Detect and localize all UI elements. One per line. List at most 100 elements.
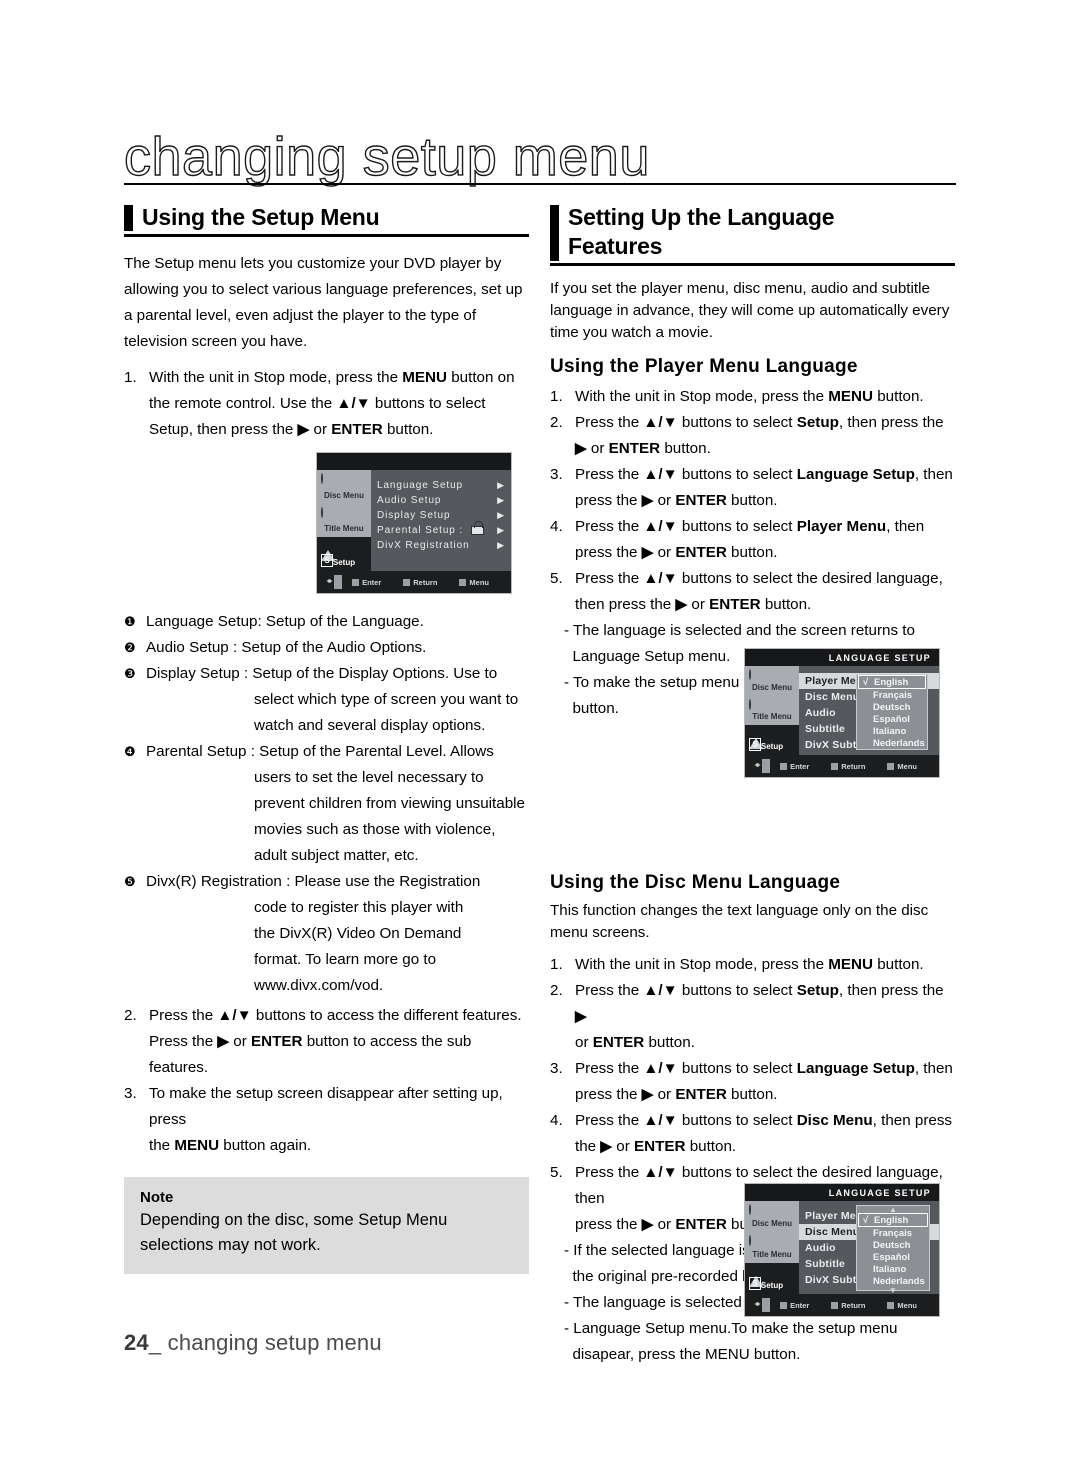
osd-tab-disc-menu[interactable]: Disc Menu bbox=[745, 1201, 799, 1232]
bullet-marker-2: ❷ bbox=[124, 640, 136, 655]
osd-footer: ◄ ► Enter Return Menu bbox=[745, 1294, 939, 1316]
check-icon: √ bbox=[863, 676, 869, 688]
definition-row-audio-setup: ❷ Audio Setup : Setup of the Audio Optio… bbox=[124, 635, 529, 661]
language-option-italiano[interactable]: Italiano bbox=[857, 1263, 929, 1275]
scroll-up-icon[interactable]: ▲ bbox=[857, 1206, 929, 1214]
player-menu-step-4: 3. Press the ▲/▼ buttons to select Langua… bbox=[550, 462, 955, 488]
language-label: Español bbox=[873, 1251, 910, 1263]
osd-tab-setup[interactable]: S Setup bbox=[745, 725, 799, 755]
step-text: Press the bbox=[575, 518, 644, 535]
osd-menu-item-label: Display Setup bbox=[377, 510, 451, 521]
osd-menu-item-label: Subtitle bbox=[805, 1258, 846, 1270]
step-text: , then bbox=[886, 518, 925, 535]
osd-menu-item-display-setup[interactable]: ▶ Display Setup bbox=[371, 508, 511, 523]
osd-footer-menu: Menu bbox=[887, 1301, 917, 1310]
right-arrow-icon: ▶ bbox=[217, 1033, 230, 1050]
definition-row-divx-registration: ❺ Divx(R) Registration : Please use the … bbox=[124, 869, 529, 895]
step-keyword: Setup bbox=[796, 982, 839, 999]
osd-tab-setup[interactable]: S Setup bbox=[745, 1262, 799, 1294]
step-text: To make the setup screen disappear after… bbox=[149, 1085, 503, 1128]
language-label: Nederlands bbox=[873, 1275, 925, 1287]
osd-menu-item-label: Audio bbox=[805, 1242, 836, 1254]
osd-menu-item-language-setup[interactable]: ▶ Language Setup bbox=[371, 478, 511, 493]
chevron-right-icon: ▶ bbox=[497, 525, 505, 535]
step-keyword: ENTER bbox=[675, 1086, 727, 1103]
language-label: Nederlands bbox=[873, 737, 925, 749]
step-text: then press the bbox=[575, 596, 676, 613]
language-option-italiano[interactable]: Italiano bbox=[857, 725, 927, 737]
step-text: Press the bbox=[575, 1060, 644, 1077]
menu-button-keyword: MENU bbox=[402, 369, 447, 386]
chevron-right-icon: ▶ bbox=[497, 495, 505, 505]
osd-tab-title-menu[interactable]: Title Menu bbox=[317, 503, 371, 538]
language-option-nederlands[interactable]: Nederlands bbox=[857, 737, 927, 749]
osd-sidebar: Disc Menu Title Menu S Setup bbox=[745, 666, 799, 755]
language-option-francais[interactable]: Français bbox=[857, 1227, 929, 1239]
left-column: Using the Setup Menu The Setup menu lets… bbox=[124, 203, 529, 1274]
step-keyword: ENTER bbox=[709, 596, 761, 613]
osd-footer-label: Menu bbox=[897, 761, 917, 771]
step-number: 4. bbox=[550, 518, 563, 535]
step-text: buttons to select bbox=[677, 466, 797, 483]
definition-cont: watch and several display options. bbox=[254, 717, 486, 734]
language-dropdown[interactable]: √ English Français Deutsch Español Italia… bbox=[856, 674, 928, 750]
osd-body: Disc Menu Title Menu S Setup Player Menu… bbox=[745, 666, 939, 755]
definition-cont: prevent children from viewing unsuitable bbox=[254, 795, 525, 812]
heading-text-line1: Setting Up the Language bbox=[568, 204, 835, 230]
osd-menu-item-divx-registration[interactable]: ▶ DivX Registration bbox=[371, 538, 511, 553]
step-keyword: ▲/▼ bbox=[643, 414, 678, 431]
language-option-deutsch[interactable]: Deutsch bbox=[857, 1239, 929, 1251]
step-number: 3. bbox=[550, 466, 563, 483]
language-option-english[interactable]: √ English bbox=[858, 675, 926, 689]
disc-menu-step-7: the ▶ or ENTER button. bbox=[550, 1134, 955, 1160]
osd-menu-item-label: Audio Setup bbox=[377, 495, 442, 506]
language-option-francais[interactable]: Français bbox=[857, 689, 927, 701]
osd-tab-title-menu[interactable]: Title Menu bbox=[745, 1231, 799, 1263]
step-number: 2. bbox=[124, 1007, 137, 1024]
note-box: Note Depending on the disc, some Setup M… bbox=[124, 1177, 529, 1274]
step-keyword: MENU bbox=[828, 388, 873, 405]
step-item-3: 3. To make the setup screen disappear af… bbox=[124, 1081, 529, 1159]
footer-text: changing setup menu bbox=[167, 1330, 382, 1355]
osd-tab-title-menu[interactable]: Title Menu bbox=[745, 695, 799, 726]
chevron-right-icon: ▶ bbox=[497, 510, 505, 520]
step-keyword: ▶ bbox=[600, 1138, 613, 1155]
language-option-espanol[interactable]: Español bbox=[857, 1251, 929, 1263]
osd-tab-disc-menu[interactable]: Disc Menu bbox=[317, 470, 371, 504]
language-option-english[interactable]: √ English bbox=[858, 1213, 928, 1227]
osd-screenshot-language-setup-disc-menu: LANGUAGE SETUP Disc Menu Title Menu S Se… bbox=[744, 1183, 940, 1317]
osd-footer: ◄ ► Enter Return Menu bbox=[745, 755, 939, 777]
step-text: Press the bbox=[575, 982, 644, 999]
osd-footer-menu: Menu bbox=[887, 762, 917, 771]
step-keyword: ▶ bbox=[575, 1008, 587, 1025]
menu-button-keyword: MENU bbox=[174, 1137, 220, 1154]
language-dropdown[interactable]: ▲ √ English Français Deutsch Español Ital… bbox=[856, 1205, 930, 1295]
section-rule bbox=[124, 234, 529, 237]
osd-tab-disc-menu[interactable]: Disc Menu bbox=[745, 666, 799, 696]
step-text-cont: or bbox=[229, 1033, 252, 1050]
language-label: Español bbox=[873, 713, 910, 725]
player-menu-step-1: 1. With the unit in Stop mode, press the … bbox=[550, 384, 955, 410]
osd-menu-list: ▶ Language Setup ▶ Audio Setup ▶ Display… bbox=[371, 470, 511, 571]
step-text-cont: buttons to access the different features… bbox=[251, 1007, 522, 1024]
language-option-deutsch[interactable]: Deutsch bbox=[857, 701, 927, 713]
step-keyword: ▲/▼ bbox=[643, 1164, 678, 1181]
osd-tab-setup[interactable]: S Setup bbox=[317, 537, 371, 571]
osd-footer-label: Enter bbox=[362, 577, 382, 587]
osd-menu-item-parental-setup[interactable]: ▶ Parental Setup : bbox=[371, 520, 511, 538]
osd-sidebar: Disc Menu Title Menu S Setup bbox=[745, 1201, 799, 1294]
scroll-down-icon[interactable]: ▼ bbox=[857, 1287, 929, 1295]
chevron-right-icon: ▶ bbox=[497, 480, 505, 490]
key-icon bbox=[780, 1302, 788, 1310]
osd-menu-item-audio-setup[interactable]: ▶ Audio Setup bbox=[371, 493, 511, 508]
disc-icon bbox=[321, 473, 337, 490]
player-menu-step-8: 5. Press the ▲/▼ buttons to select the de… bbox=[550, 566, 955, 592]
step-text: Press the bbox=[575, 414, 644, 431]
step-keyword: ▲/▼ bbox=[643, 1060, 678, 1077]
language-option-espanol[interactable]: Español bbox=[857, 713, 927, 725]
step-keyword: ▲/▼ bbox=[643, 570, 678, 587]
step-item-1: 1. With the unit in Stop mode, press the… bbox=[124, 365, 529, 443]
section-heading-using-the-setup-menu: Using the Setup Menu bbox=[124, 203, 529, 232]
osd-menu-item-label: Disc Menu bbox=[805, 691, 860, 703]
step-keyword: Player Menu bbox=[796, 518, 887, 535]
